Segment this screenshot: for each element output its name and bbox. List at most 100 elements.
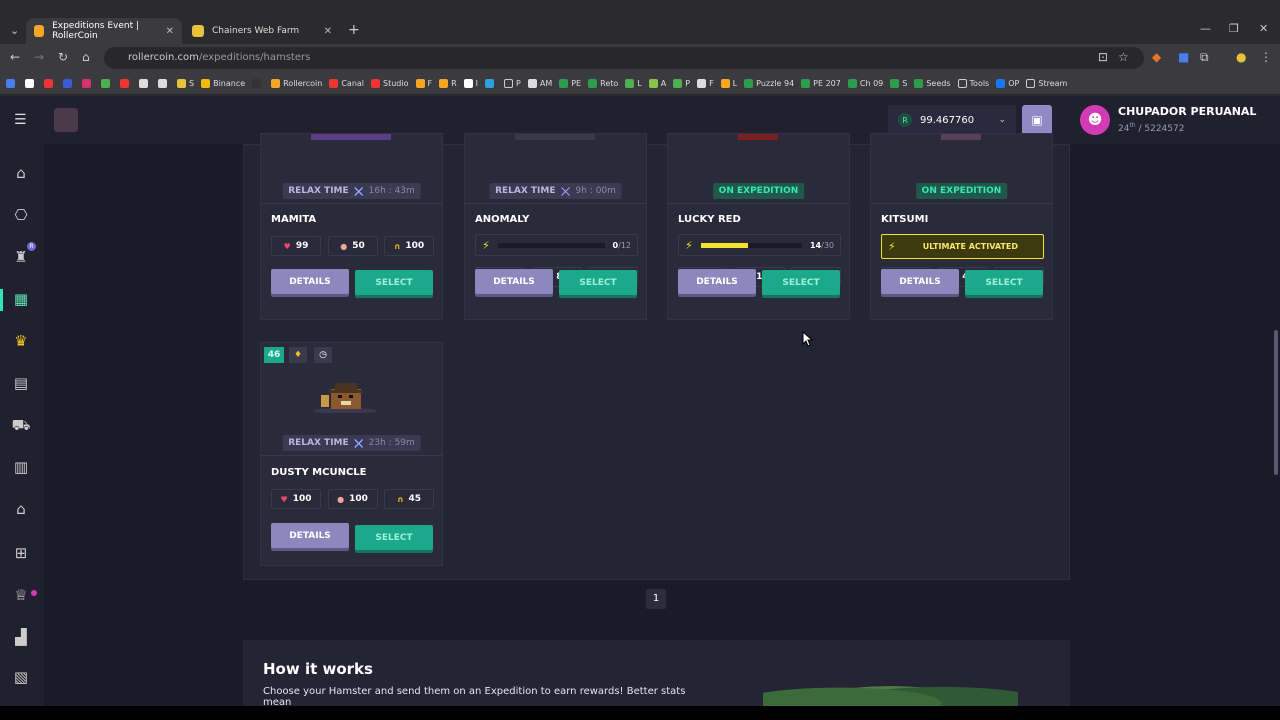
close-window-icon[interactable]: ✕ bbox=[1259, 22, 1268, 35]
status-badge: RELAX TIME 23h : 59m bbox=[282, 435, 421, 451]
details-button[interactable]: DETAILS bbox=[271, 523, 349, 548]
house-icon[interactable]: ⌂ bbox=[10, 500, 32, 520]
stats-row: ♥ 99 ● 50 ∩ 100 bbox=[271, 236, 434, 256]
crown-icon[interactable]: ♛ bbox=[10, 332, 32, 352]
star-icon[interactable]: ☆ bbox=[1118, 50, 1129, 64]
menu-dots-icon[interactable]: ⋮ bbox=[1260, 50, 1272, 64]
stat-hp: ♥100 bbox=[271, 489, 321, 509]
bookmark[interactable]: F bbox=[415, 78, 432, 88]
pagination-page[interactable]: 1 bbox=[646, 589, 666, 609]
url-field[interactable]: rollercoin.com/expeditions/hamsters bbox=[104, 47, 1144, 69]
close-tab-icon[interactable]: ✕ bbox=[166, 26, 174, 37]
metamask-icon[interactable]: ◆ bbox=[1152, 50, 1161, 64]
back-icon[interactable]: ← bbox=[10, 50, 20, 64]
bookmark[interactable]: PE bbox=[559, 78, 581, 88]
details-button[interactable]: DETAILS bbox=[475, 269, 553, 294]
bookmark[interactable]: P bbox=[673, 78, 690, 88]
forward-icon[interactable]: → bbox=[34, 50, 44, 64]
home-browser-icon[interactable]: ⌂ bbox=[82, 50, 90, 64]
leaderboard-icon[interactable]: ▟ bbox=[10, 628, 32, 648]
minimize-icon[interactable]: — bbox=[1200, 22, 1211, 35]
bookmark[interactable] bbox=[101, 78, 113, 88]
scrollbar-thumb[interactable] bbox=[1274, 330, 1278, 475]
bookmark[interactable]: PE 207 bbox=[801, 78, 841, 88]
details-button[interactable]: DETAILS bbox=[881, 269, 959, 294]
hamster-image bbox=[738, 134, 778, 140]
bookmark[interactable]: Rollercoin bbox=[271, 78, 322, 88]
cart-icon[interactable]: ⛟ bbox=[10, 416, 32, 436]
gamepad-icon[interactable]: ⎔ bbox=[10, 206, 32, 226]
bookmark[interactable]: F bbox=[697, 78, 714, 88]
balance-selector[interactable]: R 99.467760 ⌄ bbox=[888, 105, 1016, 135]
bookmark[interactable]: AM bbox=[527, 78, 552, 88]
bookmark[interactable] bbox=[139, 78, 151, 88]
hamster-image-area: 46 ♦ ◷ RELAX TIME 23h : 59m bbox=[261, 343, 442, 456]
bookmark[interactable]: Ch 09 bbox=[847, 78, 883, 88]
bookmark[interactable]: R bbox=[439, 78, 457, 88]
bookmark-folder[interactable]: Stream bbox=[1026, 78, 1067, 88]
details-button[interactable]: DETAILS bbox=[271, 269, 349, 294]
bookmark[interactable]: Canal bbox=[329, 78, 364, 88]
bookmark[interactable]: S bbox=[177, 78, 194, 88]
bookmark[interactable]: OP bbox=[996, 78, 1019, 88]
bookmark[interactable]: L bbox=[720, 78, 737, 88]
bookmark[interactable]: Seeds bbox=[914, 78, 951, 88]
trophy-icon[interactable]: ♕ bbox=[10, 586, 32, 606]
lightning-icon: ⚡ bbox=[482, 238, 490, 252]
tab-expeditions[interactable]: Expeditions Event | RollerCoin ✕ bbox=[26, 18, 182, 44]
bookmark[interactable]: I bbox=[463, 78, 478, 88]
bookmark-folder[interactable]: Tools bbox=[957, 78, 989, 88]
hamburger-menu-icon[interactable]: ☰ bbox=[14, 112, 27, 128]
status-badge: RELAX TIME 16h : 43m bbox=[282, 183, 421, 199]
inventory-icon[interactable]: ▥ bbox=[10, 458, 32, 478]
home-icon[interactable]: ⌂ bbox=[10, 164, 32, 184]
rollercoin-icon[interactable]: ♜ bbox=[10, 248, 32, 268]
bookmark[interactable]: Reto bbox=[588, 78, 618, 88]
hamster-image bbox=[941, 134, 981, 140]
bookmark[interactable] bbox=[158, 78, 170, 88]
bookmark[interactable]: A bbox=[648, 78, 666, 88]
new-tab-icon[interactable]: + bbox=[348, 22, 360, 38]
horseshoe-icon: ∩ bbox=[396, 494, 404, 504]
bookmark-folder[interactable]: P bbox=[504, 78, 521, 88]
select-button[interactable]: SELECT bbox=[355, 525, 433, 550]
avatar[interactable]: ☻ bbox=[1080, 105, 1110, 135]
restore-icon[interactable]: ❐ bbox=[1229, 22, 1239, 35]
bookmark[interactable]: Puzzle 94 bbox=[744, 78, 794, 88]
bookmark[interactable] bbox=[6, 78, 18, 88]
bookmark[interactable]: Binance bbox=[201, 78, 245, 88]
hamster-logo-icon[interactable] bbox=[54, 108, 78, 132]
username[interactable]: CHUPADOR PERUANAL bbox=[1118, 105, 1256, 118]
bookmark[interactable]: Studio bbox=[371, 78, 409, 88]
page-scrollbar[interactable] bbox=[1272, 144, 1280, 706]
bookmark[interactable] bbox=[485, 78, 497, 88]
bookmark[interactable] bbox=[120, 78, 132, 88]
extension-icon[interactable]: ■ bbox=[1178, 50, 1189, 64]
fist-icon: ● bbox=[340, 241, 348, 251]
bookmark[interactable] bbox=[63, 78, 75, 88]
bookmark[interactable] bbox=[82, 78, 94, 88]
select-button[interactable]: SELECT bbox=[355, 270, 433, 295]
news-icon[interactable]: ▧ bbox=[10, 668, 32, 688]
select-button[interactable]: SELECT bbox=[559, 270, 637, 295]
bookmark[interactable] bbox=[252, 78, 264, 88]
bookmark[interactable]: L bbox=[625, 78, 642, 88]
extensions-icon[interactable]: ⧉ bbox=[1200, 50, 1209, 65]
reload-icon[interactable]: ↻ bbox=[58, 50, 68, 64]
expeditions-icon[interactable]: ▦ bbox=[10, 290, 32, 310]
bookmark[interactable] bbox=[44, 78, 56, 88]
stat-luck: ∩ 45 bbox=[384, 489, 434, 509]
install-icon[interactable]: ⊡ bbox=[1098, 50, 1108, 64]
bookmark[interactable] bbox=[25, 78, 37, 88]
gift-icon[interactable]: ⊞ bbox=[10, 544, 32, 564]
select-button[interactable]: SELECT bbox=[965, 270, 1043, 295]
close-tab-icon[interactable]: ✕ bbox=[324, 26, 332, 37]
tab-search-icon[interactable]: ⌄ bbox=[10, 24, 19, 37]
calendar-icon[interactable]: ▤ bbox=[10, 374, 32, 394]
details-button[interactable]: DETAILS bbox=[678, 269, 756, 294]
tab-chainers[interactable]: Chainers Web Farm ✕ bbox=[184, 18, 340, 44]
bookmark[interactable]: S bbox=[890, 78, 907, 88]
wallet-button[interactable]: ▣ bbox=[1022, 105, 1052, 135]
select-button[interactable]: SELECT bbox=[762, 270, 840, 295]
profile-icon[interactable]: ● bbox=[1236, 50, 1246, 64]
